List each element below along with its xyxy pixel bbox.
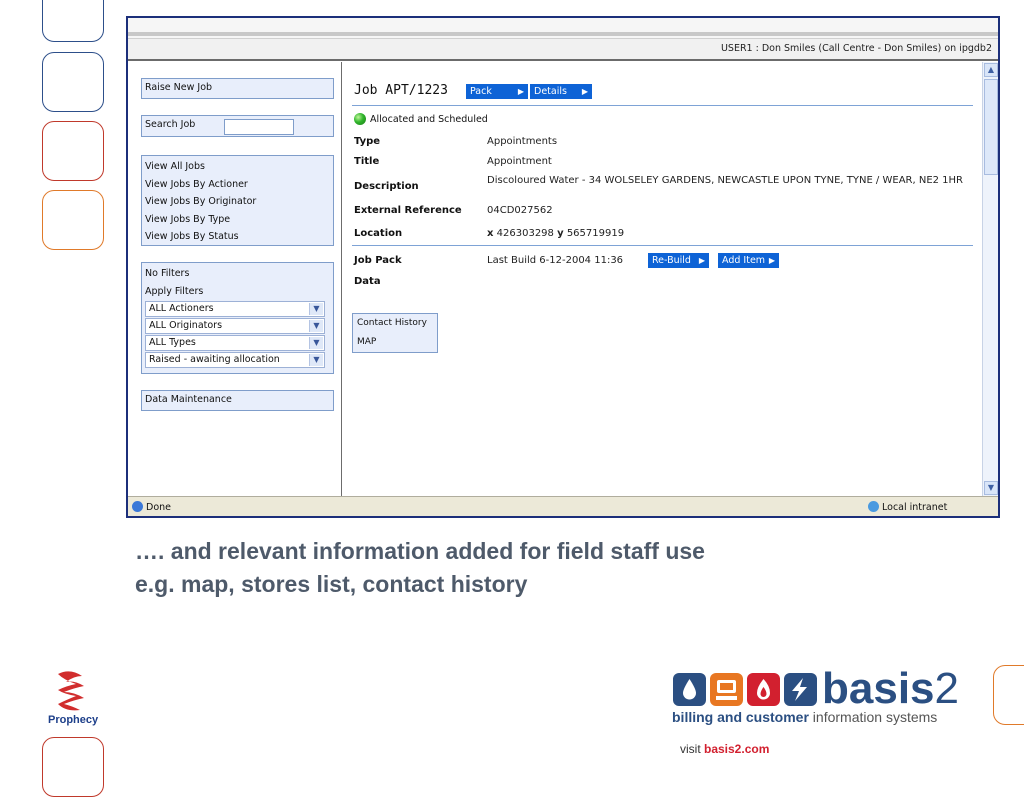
type-value: Appointments bbox=[487, 136, 558, 147]
external-reference-label: External Reference bbox=[354, 205, 462, 216]
deco-box bbox=[42, 121, 104, 181]
location-y-label: y bbox=[557, 228, 564, 239]
page-icon bbox=[132, 501, 143, 512]
view-jobs-panel: View All Jobs View Jobs By Actioner View… bbox=[141, 155, 334, 246]
scroll-up-icon[interactable]: ▲ bbox=[984, 63, 998, 77]
data-links-panel: Contact History MAP bbox=[352, 313, 438, 353]
caption-line-2: e.g. map, stores list, contact history bbox=[135, 571, 528, 597]
type-label: Type bbox=[354, 136, 381, 147]
status-bar: Done Local intranet bbox=[128, 496, 998, 516]
play-icon: ▶ bbox=[698, 256, 705, 265]
job-detail: Job APT/1223 Pack ▶ Details ▶ Allocated an… bbox=[342, 62, 982, 496]
type-select[interactable]: ALL Types ▼ bbox=[145, 335, 325, 351]
sidebar: Raise New Job Search Job View All Jobs V… bbox=[128, 62, 342, 496]
play-icon: ▶ bbox=[581, 87, 588, 96]
location-label: Location bbox=[354, 228, 403, 239]
app-window: USER1 : Don Smiles (Call Centre - Don Sm… bbox=[126, 16, 1000, 518]
security-zone: Local intranet bbox=[868, 501, 947, 513]
basis2-logo-icon bbox=[673, 673, 817, 706]
play-icon: ▶ bbox=[768, 256, 775, 265]
chevron-down-icon: ▼ bbox=[309, 320, 323, 332]
separator bbox=[128, 59, 998, 61]
details-button[interactable]: Details ▶ bbox=[530, 84, 592, 99]
raise-new-job-link[interactable]: Raise New Job bbox=[142, 79, 333, 97]
data-maintenance-link[interactable]: Data Maintenance bbox=[142, 391, 333, 409]
location-x: 426303298 bbox=[496, 228, 554, 239]
status-dot-icon bbox=[354, 113, 366, 125]
contact-history-link[interactable]: Contact History bbox=[353, 314, 437, 333]
location-value: x 426303298 y 565719919 bbox=[487, 228, 972, 239]
actioner-select[interactable]: ALL Actioners ▼ bbox=[145, 301, 325, 317]
visit-line: visit basis2.com bbox=[680, 742, 770, 756]
user-info: USER1 : Don Smiles (Call Centre - Don Sm… bbox=[720, 43, 992, 54]
add-item-button[interactable]: Add Item ▶ bbox=[718, 253, 779, 268]
prophecy-logo-icon bbox=[58, 671, 84, 711]
deco-box bbox=[42, 190, 104, 250]
description-label: Description bbox=[354, 181, 419, 192]
search-job-panel: Search Job bbox=[141, 115, 334, 137]
view-jobs-by-status-link[interactable]: View Jobs By Status bbox=[142, 228, 333, 246]
description-value: Discoloured Water - 34 WOLSELEY GARDENS,… bbox=[487, 175, 964, 186]
search-job-input[interactable] bbox=[224, 119, 294, 135]
raise-new-job-panel: Raise New Job bbox=[141, 78, 334, 99]
view-jobs-by-actioner-link[interactable]: View Jobs By Actioner bbox=[142, 176, 333, 194]
last-build-text: Last Build 6-12-2004 11:36 bbox=[487, 255, 624, 266]
originator-select[interactable]: ALL Originators ▼ bbox=[145, 318, 325, 334]
external-reference-value: 04CD027562 bbox=[487, 205, 553, 216]
basis2-link[interactable]: basis2.com bbox=[704, 742, 769, 756]
deco-box bbox=[42, 737, 104, 797]
title-label: Title bbox=[354, 156, 380, 167]
view-all-jobs-link[interactable]: View All Jobs bbox=[142, 158, 333, 176]
status-select[interactable]: Raised - awaiting allocation ▼ bbox=[145, 352, 325, 368]
filters-panel: No Filters Apply Filters ALL Actioners ▼ … bbox=[141, 262, 334, 374]
slide-caption: …. and relevant information added for fi… bbox=[135, 535, 705, 601]
job-status: Allocated and Scheduled bbox=[354, 113, 488, 125]
divider bbox=[352, 105, 973, 106]
basis2-tagline: billing and customer information systems bbox=[672, 709, 938, 725]
deco-box bbox=[42, 52, 104, 112]
chevron-down-icon: ▼ bbox=[309, 337, 323, 349]
chevron-down-icon: ▼ bbox=[309, 354, 323, 366]
pack-button[interactable]: Pack ▶ bbox=[466, 84, 528, 99]
window-bar bbox=[128, 32, 998, 36]
basis2-logo-text: basis2 bbox=[822, 664, 959, 713]
vertical-scrollbar[interactable]: ▲ ▼ bbox=[982, 62, 998, 496]
divider bbox=[352, 245, 973, 246]
prophecy-logo-text: Prophecy bbox=[48, 714, 99, 726]
play-icon: ▶ bbox=[517, 87, 524, 96]
scroll-thumb[interactable] bbox=[984, 79, 998, 175]
view-jobs-by-type-link[interactable]: View Jobs By Type bbox=[142, 211, 333, 229]
caption-line-1: …. and relevant information added for fi… bbox=[135, 538, 705, 564]
map-link[interactable]: MAP bbox=[353, 333, 437, 352]
apply-filters-link[interactable]: Apply Filters bbox=[142, 283, 333, 301]
data-maintenance-panel: Data Maintenance bbox=[141, 390, 334, 411]
status-text: Allocated and Scheduled bbox=[370, 114, 488, 125]
rebuild-button[interactable]: Re-Build ▶ bbox=[648, 253, 709, 268]
user-bar: USER1 : Don Smiles (Call Centre - Don Sm… bbox=[128, 38, 998, 60]
scroll-down-icon[interactable]: ▼ bbox=[984, 481, 998, 495]
status-done: Done bbox=[132, 501, 171, 513]
intranet-icon bbox=[868, 501, 879, 512]
location-y: 565719919 bbox=[566, 228, 625, 239]
deco-box bbox=[993, 665, 1024, 725]
data-label: Data bbox=[354, 276, 381, 287]
title-value: Appointment bbox=[487, 156, 552, 167]
job-pack-label: Job Pack bbox=[354, 255, 402, 266]
no-filters-link[interactable]: No Filters bbox=[142, 265, 333, 283]
job-title: Job APT/1223 bbox=[354, 83, 448, 98]
location-x-label: x bbox=[487, 228, 494, 239]
chevron-down-icon: ▼ bbox=[309, 303, 323, 315]
view-jobs-by-originator-link[interactable]: View Jobs By Originator bbox=[142, 193, 333, 211]
deco-box bbox=[42, 0, 104, 42]
